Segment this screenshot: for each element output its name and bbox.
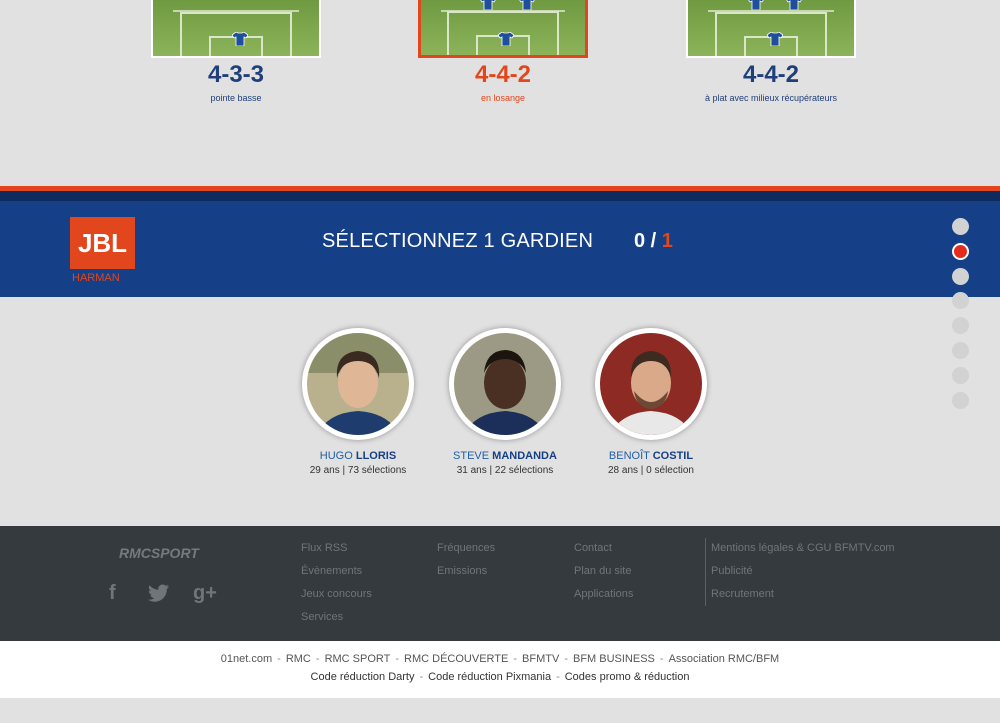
partner-link[interactable]: Association RMC/BFM (669, 653, 780, 665)
partner-link[interactable]: RMC DÉCOUVERTE (404, 653, 508, 665)
rmc-sport-logo[interactable]: RMCSPORT (119, 545, 199, 561)
shirt-icon (232, 32, 248, 46)
player-portrait-icon (307, 333, 409, 435)
nav-dot[interactable] (952, 391, 969, 409)
link-separator: - (556, 671, 560, 683)
footer-link[interactable]: Plan du site (574, 565, 631, 577)
shirt-icon (480, 0, 496, 10)
footer-link[interactable]: Recrutement (711, 588, 774, 600)
formation-title: 4-3-3 (207, 61, 265, 88)
footer-link[interactable]: Flux RSS (301, 542, 347, 554)
footer-divider (705, 538, 706, 606)
player-photo (600, 333, 702, 435)
player-photo-ring (449, 328, 561, 440)
counter-max: 1 (661, 230, 673, 252)
player-last-name: COSTIL (652, 450, 694, 462)
partner-link[interactable]: BFMTV (522, 653, 559, 665)
promo-link[interactable]: Code réduction Darty (311, 671, 415, 683)
jbl-logo: JBL (70, 217, 135, 269)
nav-dot[interactable] (952, 366, 969, 384)
player-info: 28 ans | 0 sélection (608, 465, 694, 476)
player-photo-ring (595, 328, 707, 440)
footer-link[interactable]: Publicité (711, 565, 753, 577)
formation-pitch-3[interactable] (686, 0, 856, 58)
formation-subtitle: à plat avec milieux récupérateurs (704, 93, 838, 103)
player-info: 31 ans | 22 sélections (456, 465, 554, 476)
link-separator: - (395, 653, 400, 665)
band-dark-stripe (0, 191, 1000, 201)
player-first-name: HUGO (319, 450, 353, 462)
player-last-name: LLORIS (355, 450, 397, 462)
selection-counter: 0 / 1 (634, 230, 673, 253)
footer-link[interactable]: Fréquences (437, 542, 495, 554)
formation-subtitle: en losange (480, 93, 526, 103)
player-info: 29 ans | 73 sélections (309, 465, 407, 476)
promo-link[interactable]: Code réduction Pixmania (428, 671, 551, 683)
player-first-name: STEVE (453, 450, 490, 462)
partner-links: 01net.com - RMC - RMC SPORT - RMC DÉCOUVERTE - B… (0, 653, 1000, 665)
counter-separator: / (645, 230, 662, 252)
player-portrait-icon (454, 333, 556, 435)
nav-dot[interactable] (952, 341, 969, 359)
nav-dot[interactable] (952, 267, 969, 285)
link-separator: - (659, 653, 664, 665)
partner-link[interactable]: 01net.com (221, 653, 272, 665)
nav-dot[interactable] (952, 292, 969, 310)
link-separator: - (277, 653, 281, 665)
player-photo (307, 333, 409, 435)
player-card[interactable]: STEVE MANDANDA 31 ans | 22 sélections (430, 328, 580, 476)
selection-title: SÉLECTIONNEZ 1 GARDIEN (322, 230, 594, 252)
twitter-icon[interactable] (148, 584, 170, 608)
player-first-name: BENOÎT (608, 450, 650, 462)
nav-dot[interactable] (952, 317, 969, 335)
player-name: BENOÎT COSTIL (576, 450, 726, 462)
google-plus-icon[interactable]: g+ (193, 582, 217, 605)
player-photo-ring (302, 328, 414, 440)
formation-title: 4-4-2 (742, 61, 800, 88)
nav-dot[interactable] (952, 218, 969, 235)
player-name: STEVE MANDANDA (430, 450, 580, 462)
shirt-icon (498, 32, 514, 46)
section-nav-dots (952, 218, 969, 416)
link-separator: - (513, 653, 518, 665)
twitter-bird-icon (148, 584, 169, 602)
footer-link[interactable]: Évènements (301, 565, 362, 577)
promo-links: Code réduction Darty - Code réduction Pixm… (0, 671, 1000, 683)
shirt-icon (767, 32, 783, 46)
partner-link[interactable]: RMC SPORT (325, 653, 391, 665)
bottom-links-bar (0, 641, 1000, 698)
player-card[interactable]: HUGO LLORIS 29 ans | 73 sélections (283, 328, 433, 476)
formation-pitch-1[interactable] (151, 0, 321, 58)
formation-title: 4-4-2 (474, 61, 532, 88)
shirt-icon (519, 0, 535, 10)
facebook-icon[interactable]: f (109, 582, 116, 605)
footer-link[interactable]: Jeux concours (301, 588, 372, 600)
partner-link[interactable]: BFM BUSINESS (573, 653, 655, 665)
player-portrait-icon (600, 333, 702, 435)
footer-link[interactable]: Mentions légales & CGU BFMTV.com (711, 542, 895, 554)
link-separator: - (315, 653, 320, 665)
player-last-name: MANDANDA (492, 450, 557, 462)
counter-current: 0 (634, 230, 646, 252)
harman-logo-text: HARMAN (72, 272, 120, 284)
player-photo (454, 333, 556, 435)
shirt-icon (786, 0, 802, 10)
partner-link[interactable]: RMC (286, 653, 311, 665)
promo-link[interactable]: Codes promo & réduction (565, 671, 690, 683)
formation-pitch-2[interactable] (418, 0, 588, 58)
player-card[interactable]: BENOÎT COSTIL 28 ans | 0 sélection (576, 328, 726, 476)
footer-link[interactable]: Services (301, 611, 343, 623)
footer-link[interactable]: Contact (574, 542, 612, 554)
footer-link[interactable]: Applications (574, 588, 633, 600)
link-separator: - (564, 653, 568, 665)
nav-dot-active[interactable] (952, 242, 969, 260)
player-name: HUGO LLORIS (283, 450, 433, 462)
formation-subtitle: pointe basse (210, 93, 262, 103)
footer-link[interactable]: Emissions (437, 565, 487, 577)
link-separator: - (419, 671, 424, 683)
shirt-icon (748, 0, 764, 10)
